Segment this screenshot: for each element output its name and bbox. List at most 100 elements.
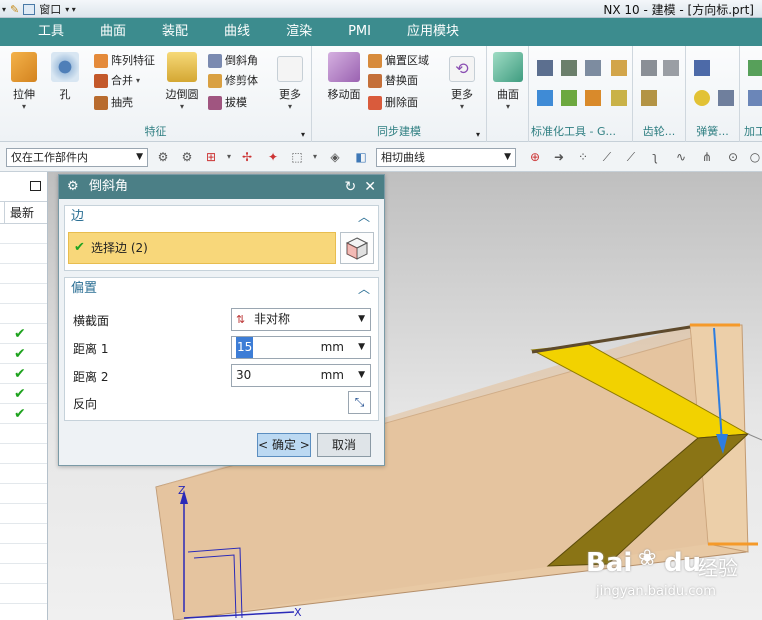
snap-toggle-icon[interactable]: ⊕: [528, 150, 542, 164]
process-icon[interactable]: [748, 60, 762, 76]
tool-icon-5[interactable]: [537, 90, 553, 106]
tool-icon-4[interactable]: [611, 60, 627, 76]
dialog-title-bar[interactable]: ⚙ 倒斜角 ↻ ✕: [59, 175, 384, 199]
list-item[interactable]: [0, 464, 47, 484]
list-item[interactable]: [0, 564, 47, 584]
cancel-button[interactable]: 取消: [317, 433, 371, 457]
list-item[interactable]: [0, 284, 47, 304]
menu-item-render[interactable]: 渲染: [268, 18, 330, 46]
list-item[interactable]: [0, 504, 47, 524]
body-select-icon[interactable]: ◈: [328, 150, 342, 164]
list-item[interactable]: ✔: [0, 404, 47, 424]
menu-item-curve[interactable]: 曲线: [206, 18, 268, 46]
tool-icon-6[interactable]: [561, 90, 577, 106]
gear-icon[interactable]: [641, 90, 657, 106]
menu-item-assembly[interactable]: 装配: [144, 18, 206, 46]
extrude-button[interactable]: 拉伸 ▾: [4, 52, 44, 111]
list-item[interactable]: [0, 224, 47, 244]
select-edge-field[interactable]: ✔ 选择边 (2): [68, 232, 336, 264]
distance1-input[interactable]: 15 mm ▼: [231, 336, 371, 359]
line-icon[interactable]: ⟋: [600, 150, 614, 164]
chevron-up-icon[interactable]: ︿: [358, 278, 370, 300]
list-item[interactable]: [0, 584, 47, 604]
box-select-icon[interactable]: ⬚: [290, 150, 304, 164]
list-item[interactable]: [0, 264, 47, 284]
menu-item-pmi[interactable]: PMI: [330, 18, 389, 46]
circle-point-icon[interactable]: ⊙: [726, 150, 740, 164]
point-icon[interactable]: ⁘: [576, 150, 590, 164]
chevron-down-icon[interactable]: ▾: [222, 150, 236, 164]
tool-icon-8[interactable]: [611, 90, 627, 106]
window-menu-icon[interactable]: [23, 3, 36, 15]
edge-section-header[interactable]: 边 ︿: [65, 206, 378, 228]
list-item[interactable]: ✔: [0, 384, 47, 404]
snap-point-icon[interactable]: ⊞: [204, 150, 218, 164]
distance2-input[interactable]: 30 mm ▼: [231, 364, 371, 387]
chamfer-button[interactable]: 倒斜角: [208, 52, 258, 70]
filter-icon-2[interactable]: ⚙: [180, 150, 194, 164]
delete-face-button[interactable]: 删除面: [368, 94, 418, 112]
snap-icon[interactable]: ✦: [266, 150, 280, 164]
ok-button[interactable]: < 确定 >: [257, 433, 311, 457]
shell-button[interactable]: 抽壳: [94, 94, 133, 112]
hole-button[interactable]: 孔: [50, 52, 80, 102]
circle-icon[interactable]: ○: [748, 150, 762, 164]
dropdown-icon[interactable]: ▾: [2, 5, 6, 14]
trim-body-button[interactable]: 修剪体: [208, 72, 258, 90]
curve-rule-select[interactable]: 相切曲线 ▼: [376, 148, 516, 167]
gear-icon[interactable]: [641, 60, 657, 76]
chevron-down-icon[interactable]: ▼: [358, 337, 365, 358]
list-item[interactable]: [0, 524, 47, 544]
cube-icon[interactable]: ◧: [354, 150, 368, 164]
line-icon[interactable]: ⟋: [624, 150, 638, 164]
list-item[interactable]: [0, 484, 47, 504]
gear-icon[interactable]: ⚙: [67, 175, 79, 199]
process-icon[interactable]: [748, 90, 762, 106]
list-item[interactable]: ✔: [0, 364, 47, 384]
list-item[interactable]: [0, 424, 47, 444]
list-item[interactable]: [0, 304, 47, 324]
chevron-down-icon[interactable]: ▼: [358, 365, 365, 386]
cross-point-icon[interactable]: ✢: [240, 150, 254, 164]
window-menu-label[interactable]: 窗口: [39, 1, 61, 17]
group-options-icon[interactable]: ▾: [476, 130, 480, 139]
spring-icon[interactable]: [718, 90, 734, 106]
list-item[interactable]: ✔: [0, 324, 47, 344]
cross-section-select[interactable]: ⇅ 非对称 ▼: [231, 308, 371, 331]
gear-icon[interactable]: [663, 60, 679, 76]
move-face-button[interactable]: 移动面: [324, 52, 364, 102]
sync-more-button[interactable]: ⟲ 更多 ▾: [444, 52, 480, 111]
draft-button[interactable]: 拔模: [208, 94, 247, 112]
menu-item-applications[interactable]: 应用模块: [389, 18, 477, 46]
select-edge-button[interactable]: [340, 232, 374, 264]
tool-icon-2[interactable]: [561, 60, 577, 76]
list-item[interactable]: [0, 444, 47, 464]
tool-icon-3[interactable]: [585, 60, 601, 76]
column-header-latest[interactable]: 最新: [0, 202, 47, 224]
list-item[interactable]: ✔: [0, 344, 47, 364]
surface-button[interactable]: 曲面 ▾: [491, 52, 525, 111]
reset-icon[interactable]: ↻: [345, 175, 357, 199]
close-icon[interactable]: ✕: [364, 175, 376, 199]
window-menu-dropdown-icon[interactable]: ▾ ▾: [65, 5, 76, 14]
offset-section-header[interactable]: 偏置 ︿: [65, 278, 378, 300]
curve-icon[interactable]: ʅ: [648, 150, 662, 164]
pattern-feature-button[interactable]: 阵列特征: [94, 52, 155, 70]
tool-icon-1[interactable]: [537, 60, 553, 76]
feature-more-button[interactable]: 更多 ▾: [272, 52, 308, 111]
spring-icon[interactable]: [694, 90, 710, 106]
arrow-right-icon[interactable]: ➜: [552, 150, 566, 164]
replace-face-button[interactable]: 替换面: [368, 72, 418, 90]
tool-icon-7[interactable]: [585, 90, 601, 106]
list-item[interactable]: [0, 244, 47, 264]
chevron-up-icon[interactable]: ︿: [358, 206, 370, 228]
list-item[interactable]: [0, 544, 47, 564]
intersection-icon[interactable]: ⋔: [700, 150, 714, 164]
group-options-icon[interactable]: ▾: [301, 130, 305, 139]
brush-icon[interactable]: ✎: [10, 3, 19, 16]
reverse-direction-button[interactable]: ⤡: [348, 391, 371, 414]
offset-region-button[interactable]: 偏置区域: [368, 52, 429, 70]
maximize-icon[interactable]: [30, 181, 41, 191]
selection-scope-select[interactable]: 仅在工作部件内 ▼: [6, 148, 148, 167]
spline-icon[interactable]: ∿: [674, 150, 688, 164]
